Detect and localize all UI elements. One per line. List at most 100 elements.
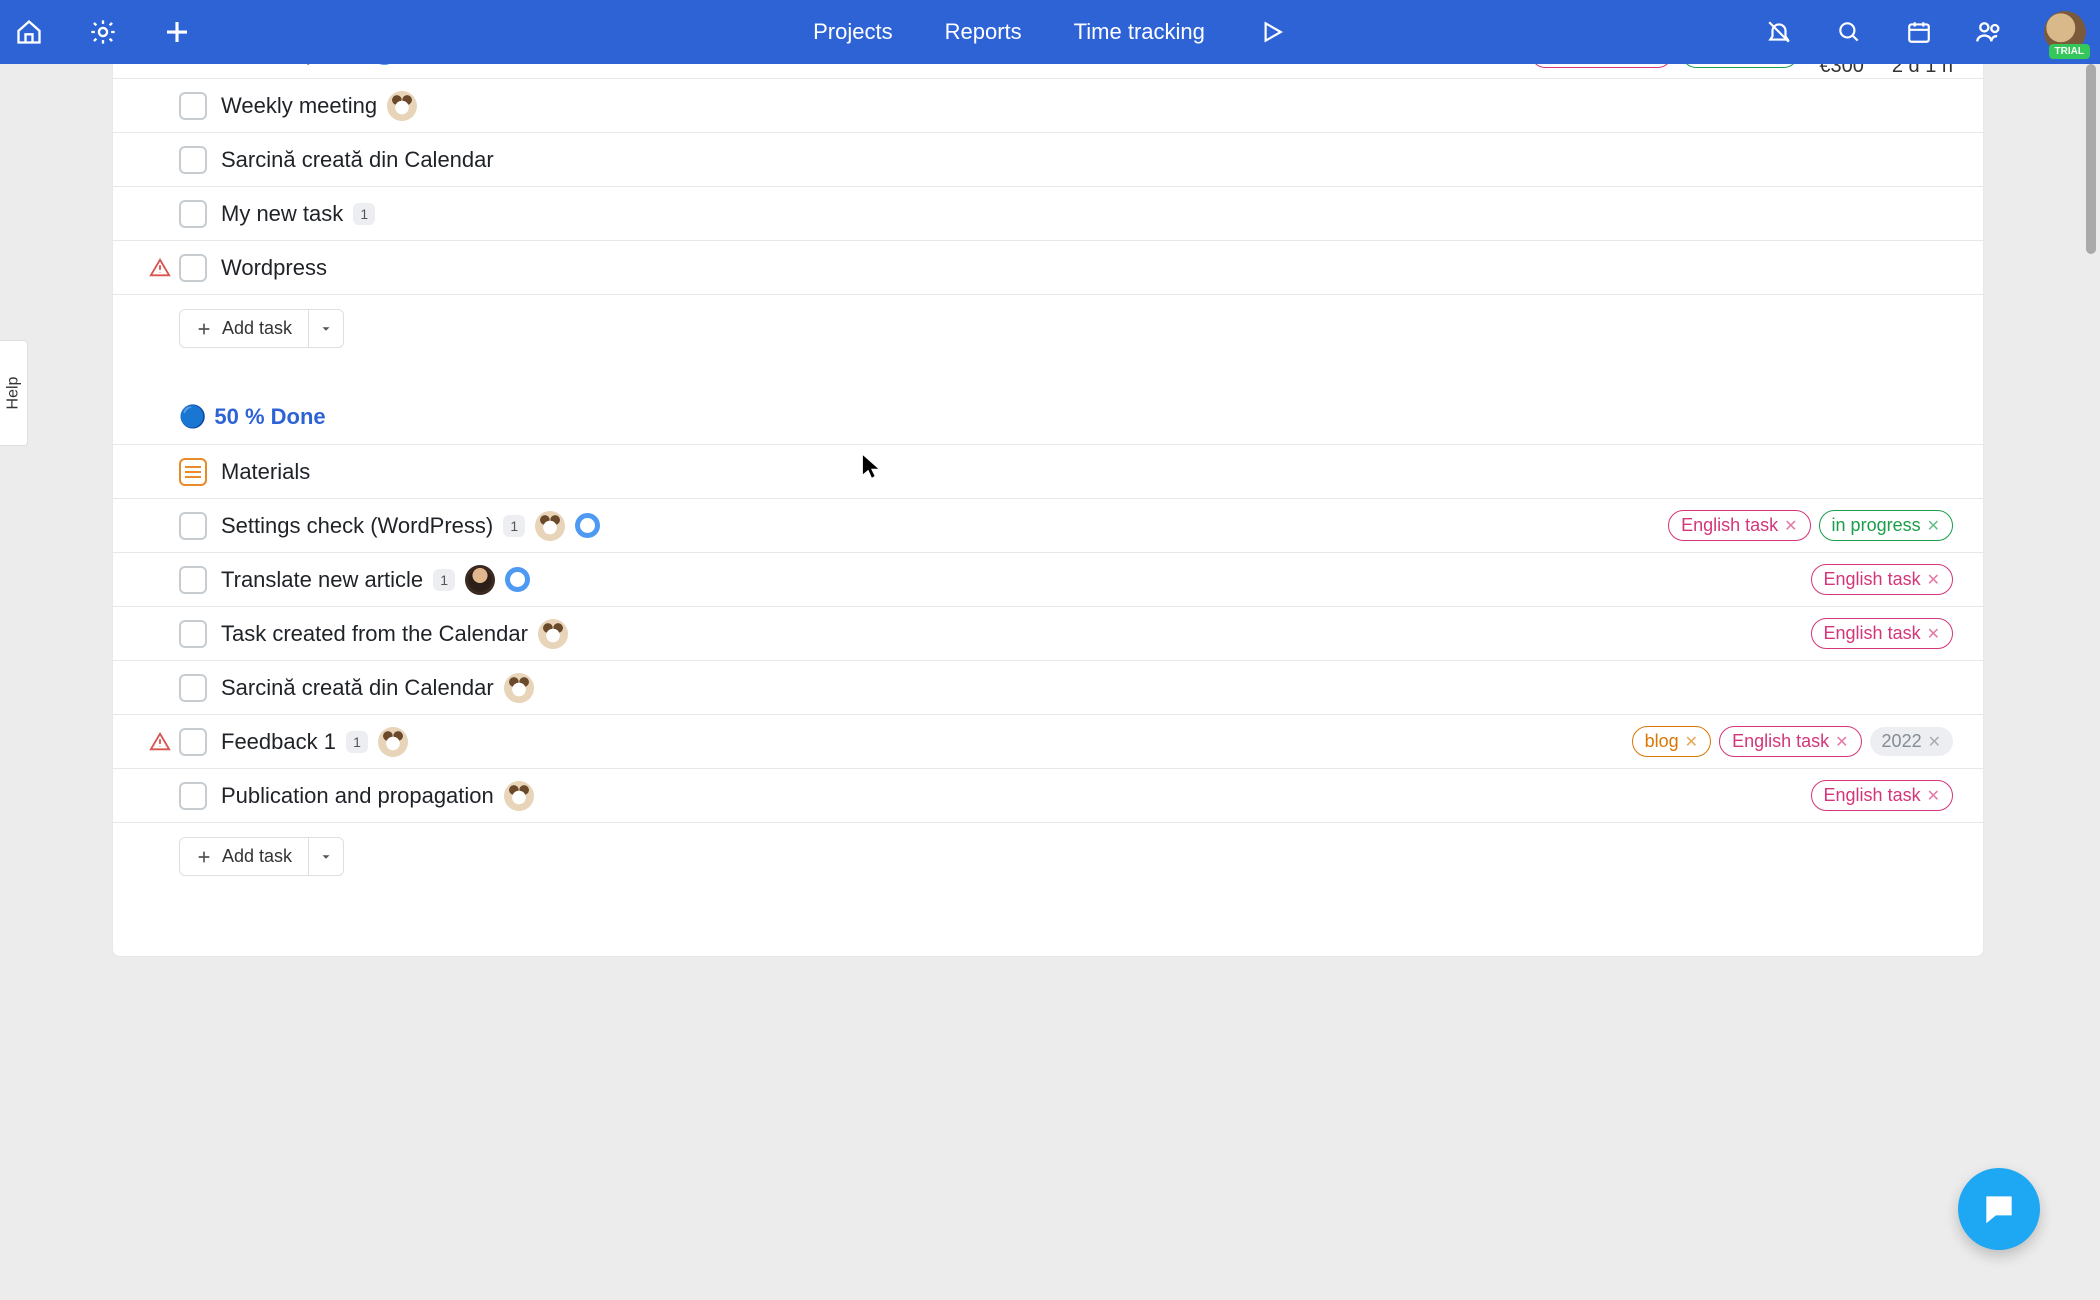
task-row[interactable]: Feedback 11blog✕English task✕2022✕ xyxy=(113,715,1983,769)
list-header-row[interactable]: Materials xyxy=(113,445,1983,499)
subtask-count: 1 xyxy=(433,569,455,591)
bell-off-icon[interactable] xyxy=(1764,17,1794,47)
status-ring-icon[interactable] xyxy=(372,64,397,65)
tag-remove-icon[interactable]: ✕ xyxy=(1685,732,1698,752)
task-row[interactable]: Task created from the Calendar English ta… xyxy=(113,607,1983,661)
task-row[interactable]: Weekly meeting xyxy=(113,79,1983,133)
main-canvas: Help WordPress update 4 English task✕ ch… xyxy=(0,64,2100,1300)
task-checkbox[interactable] xyxy=(179,674,207,702)
scrollbar-thumb[interactable] xyxy=(2086,64,2096,254)
nav-time-tracking[interactable]: Time tracking xyxy=(1074,19,1205,45)
tag-remove-icon[interactable]: ✕ xyxy=(1928,732,1941,752)
task-checkbox[interactable] xyxy=(179,512,207,540)
add-task-label: Add task xyxy=(222,846,292,867)
add-task-dropdown-button[interactable] xyxy=(309,309,344,348)
tag-remove-icon[interactable]: ✕ xyxy=(1835,732,1848,752)
team-icon[interactable] xyxy=(1974,17,2004,47)
assignee-avatar[interactable] xyxy=(538,619,568,649)
assignee-avatar[interactable] xyxy=(535,511,565,541)
task-row[interactable]: Settings check (WordPress)1English task✕… xyxy=(113,499,1983,553)
task-meta-time: 2 d 1 h xyxy=(1892,64,1953,78)
task-panel: WordPress update 4 English task✕ check-u… xyxy=(112,64,1984,957)
task-title: Feedback 1 xyxy=(221,729,336,755)
task-title: Publication and propagation xyxy=(221,783,494,809)
tag-remove-icon[interactable]: ✕ xyxy=(1927,624,1940,644)
add-task-group: Add task xyxy=(179,837,344,876)
task-title: WordPress update xyxy=(179,64,361,66)
gear-icon[interactable] xyxy=(88,17,118,47)
status-ring-icon[interactable] xyxy=(505,567,530,592)
task-checkbox[interactable] xyxy=(179,146,207,174)
tag[interactable]: check-up✕ xyxy=(1681,64,1799,68)
tag[interactable]: in progress ✕ xyxy=(1819,510,1953,541)
task-checkbox[interactable] xyxy=(179,728,207,756)
subtask-count: 1 xyxy=(346,731,368,753)
add-icon[interactable] xyxy=(162,17,192,47)
row-gutter xyxy=(113,257,179,279)
assignee-avatar[interactable] xyxy=(387,91,417,121)
nav-reports[interactable]: Reports xyxy=(945,19,1022,45)
user-avatar[interactable]: TRIAL xyxy=(2044,11,2086,53)
section-header[interactable]: 🔵 50 % Done xyxy=(113,348,1983,445)
top-navbar: Projects Reports Time tracking TRIAL xyxy=(0,0,2100,64)
tag[interactable]: English task✕ xyxy=(1719,726,1861,757)
add-task-button[interactable]: Add task xyxy=(179,309,309,348)
play-icon[interactable] xyxy=(1257,17,1287,47)
tag[interactable]: English task ✕ xyxy=(1811,780,1953,811)
task-checkbox[interactable] xyxy=(179,254,207,282)
nav-projects[interactable]: Projects xyxy=(813,19,892,45)
task-row-clipped[interactable]: WordPress update 4 English task✕ check-u… xyxy=(113,64,1983,79)
list-icon xyxy=(179,458,207,486)
tag-remove-icon[interactable]: ✕ xyxy=(1927,786,1940,806)
home-icon[interactable] xyxy=(14,17,44,47)
task-checkbox[interactable] xyxy=(179,200,207,228)
add-task-button[interactable]: Add task xyxy=(179,837,309,876)
tag-remove-icon[interactable]: ✕ xyxy=(1927,516,1940,536)
tag-label: English task xyxy=(1824,785,1921,806)
task-row[interactable]: Sarcină creată din Calendar xyxy=(113,133,1983,187)
task-checkbox[interactable] xyxy=(179,782,207,810)
status-ring-icon[interactable] xyxy=(575,513,600,538)
tag[interactable]: English task✕ xyxy=(1811,618,1953,649)
section-emoji-icon: 🔵 xyxy=(179,404,206,430)
task-title: Translate new article xyxy=(221,567,423,593)
assignee-avatar[interactable] xyxy=(378,727,408,757)
task-title: Sarcină creată din Calendar xyxy=(221,147,494,173)
task-checkbox[interactable] xyxy=(179,92,207,120)
assignee-avatar[interactable] xyxy=(504,673,534,703)
add-task-label: Add task xyxy=(222,318,292,339)
add-task-dropdown-button[interactable] xyxy=(309,837,344,876)
tag-label: in progress xyxy=(1832,515,1921,536)
tag[interactable]: English task✕ xyxy=(1530,64,1672,68)
tag-remove-icon[interactable]: ✕ xyxy=(1784,516,1797,536)
task-meta-budget: €300 xyxy=(1819,64,1864,78)
task-row[interactable]: Publication and propagation English task ✕ xyxy=(113,769,1983,823)
subtask-count: 1 xyxy=(503,515,525,537)
subtask-count: 1 xyxy=(353,203,375,225)
tag[interactable]: 2022✕ xyxy=(1870,727,1953,756)
chat-fab-button[interactable] xyxy=(1958,1168,2040,1250)
task-checkbox[interactable] xyxy=(179,566,207,594)
tag-remove-icon[interactable]: ✕ xyxy=(1927,570,1940,590)
add-task-group: Add task xyxy=(179,309,344,348)
task-title: Task created from the Calendar xyxy=(221,621,528,647)
task-title: Weekly meeting xyxy=(221,93,377,119)
tag[interactable]: English task✕ xyxy=(1811,564,1953,595)
calendar-icon[interactable] xyxy=(1904,17,1934,47)
tag[interactable]: English task ✕ xyxy=(1668,510,1810,541)
search-icon[interactable] xyxy=(1834,17,1864,47)
task-title: Sarcină creată din Calendar xyxy=(221,675,494,701)
task-row[interactable]: Translate new article 1 English task✕ xyxy=(113,553,1983,607)
help-tab[interactable]: Help xyxy=(0,340,28,446)
task-row[interactable]: My new task1 xyxy=(113,187,1983,241)
task-row[interactable]: Sarcină creată din Calendar xyxy=(113,661,1983,715)
tag-label: blog xyxy=(1645,731,1679,752)
assignee-avatar[interactable] xyxy=(504,781,534,811)
task-row[interactable]: Wordpress xyxy=(113,241,1983,295)
trial-badge: TRIAL xyxy=(2049,44,2090,59)
task-checkbox[interactable] xyxy=(179,620,207,648)
tag[interactable]: blog ✕ xyxy=(1632,726,1711,757)
warning-icon xyxy=(149,731,171,753)
assignee-avatar[interactable] xyxy=(465,565,495,595)
tag-label: English task xyxy=(1681,515,1778,536)
